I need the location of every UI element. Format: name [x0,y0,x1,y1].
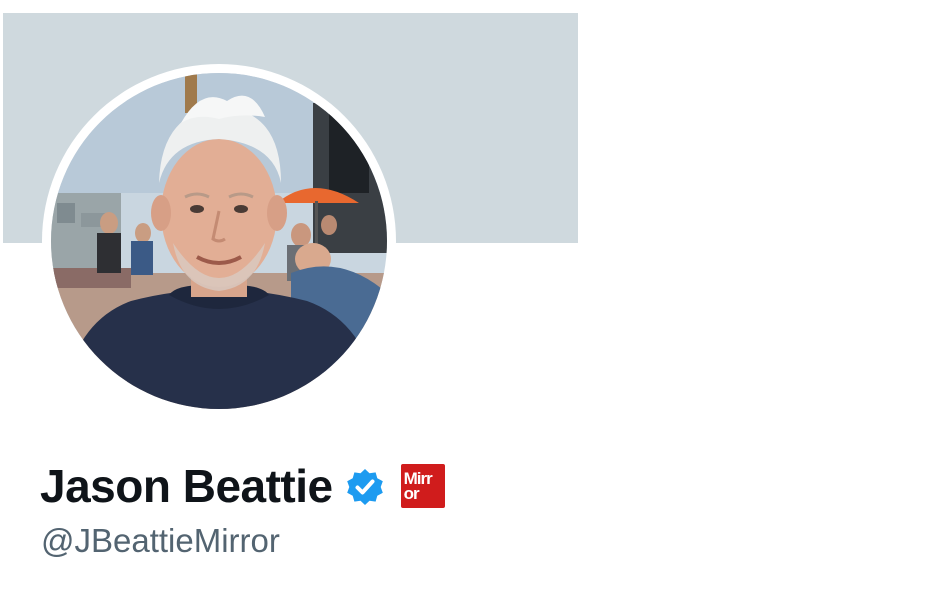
avatar-photo [51,73,387,409]
profile-header: Jason Beattie Mirr or @JBeattieMirror [0,0,942,597]
verified-badge-icon-shape [346,469,383,505]
username-handle: @JBeattieMirror [41,522,280,559]
profile-avatar[interactable] [51,73,387,409]
display-name: Jason Beattie [40,460,333,512]
verified-badge-icon[interactable] [343,464,387,508]
mirror-logo-icon[interactable]: Mirr or [400,464,445,508]
affiliation-badge-line2: or [403,484,420,503]
name-row: Jason Beattie Mirr or [40,456,445,516]
